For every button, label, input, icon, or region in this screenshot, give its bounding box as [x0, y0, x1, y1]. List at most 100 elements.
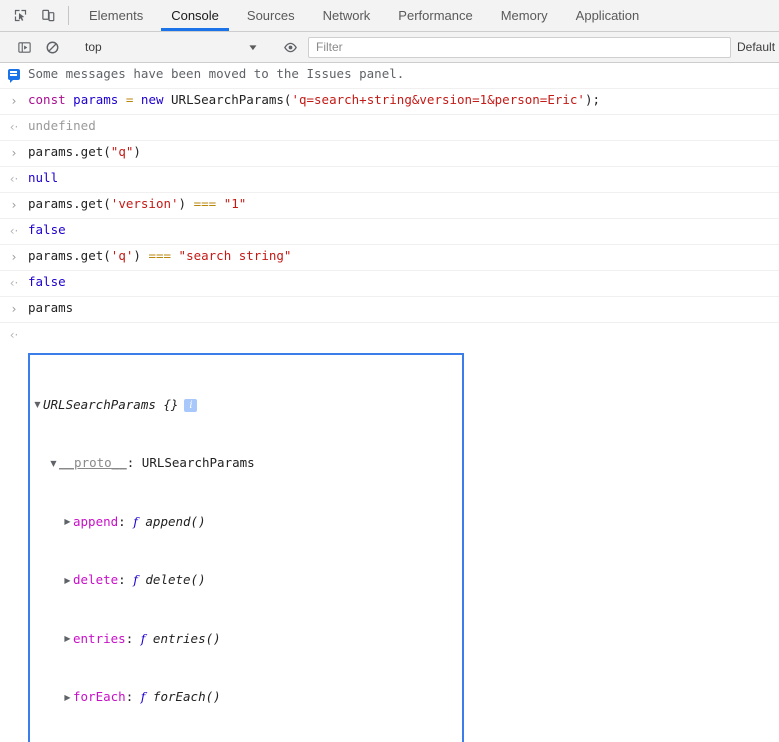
expand-triangle-icon[interactable]: ▼	[32, 401, 43, 409]
function-signature-text: append()	[145, 513, 206, 529]
tab-label: Application	[575, 8, 640, 23]
function-signature	[138, 516, 146, 529]
console-input-row[interactable]: › params.get("q")	[0, 141, 779, 167]
console-input-expression: const params = new URLSearchParams('q=se…	[28, 94, 779, 107]
console-output-value: undefined	[28, 120, 96, 133]
input-arrow-icon: ›	[11, 302, 17, 316]
expand-triangle-icon[interactable]: ▶	[62, 576, 73, 585]
tab-performance[interactable]: Performance	[384, 0, 486, 31]
tab-label: Network	[322, 8, 371, 23]
object-preview-label: URLSearchParams {}	[43, 396, 179, 412]
expand-triangle-icon[interactable]: ▶	[62, 635, 73, 643]
execution-context-selector[interactable]: top ▼	[79, 37, 263, 57]
token: ===	[193, 198, 217, 211]
function-signature	[145, 691, 153, 704]
tab-label: Performance	[398, 8, 473, 23]
info-message-icon	[8, 69, 20, 83]
tab-sources[interactable]: Sources	[233, 0, 309, 31]
object-tree-property[interactable]: ▶ entries: f entries()	[32, 629, 462, 650]
console-output-row[interactable]: ‹· undefined	[0, 115, 779, 141]
tab-elements[interactable]: Elements	[75, 0, 157, 31]
output-gutter: ‹·	[0, 172, 28, 185]
filter-input[interactable]	[308, 36, 731, 58]
property-value: URLSearchParams	[141, 455, 255, 471]
token: 'q'	[110, 250, 134, 263]
property-separator: :	[125, 689, 141, 705]
property-key: forEach	[73, 689, 126, 705]
token: params.get(	[28, 250, 111, 263]
device-toolbar-icon[interactable]	[34, 0, 62, 31]
token: );	[584, 94, 601, 107]
token: )	[133, 146, 141, 159]
console-message-issues-notice[interactable]: Some messages have been moved to the Iss…	[0, 63, 779, 89]
input-gutter: ›	[0, 94, 28, 107]
function-signature	[138, 574, 146, 587]
output-gutter: ‹·	[0, 276, 28, 289]
console-output-value: false	[28, 276, 66, 289]
object-tree-property[interactable]: ▶ delete: f delete()	[32, 570, 462, 591]
console-input-expression: params.get("q")	[28, 146, 779, 159]
console-output-row-object[interactable]: ‹· ▼ URLSearchParams {} i ▼ __proto__: URLS…	[0, 323, 779, 742]
token: "q"	[110, 146, 134, 159]
output-arrow-icon: ‹·	[9, 120, 19, 134]
property-key: delete	[73, 572, 119, 588]
input-gutter: ›	[0, 250, 28, 263]
object-tree-proto-row[interactable]: ▼ __proto__: URLSearchParams	[32, 453, 462, 474]
input-gutter: ›	[0, 198, 28, 211]
info-badge-icon[interactable]: i	[184, 398, 198, 412]
live-expression-eye-icon[interactable]	[276, 40, 304, 55]
object-tree-property[interactable]: ▶ forEach: f forEach()	[32, 687, 462, 708]
tab-application[interactable]: Application	[562, 0, 654, 31]
console-sidebar-icon[interactable]	[10, 40, 38, 55]
console-output-row[interactable]: ‹· false	[0, 219, 779, 245]
message-gutter	[0, 68, 28, 83]
console-input-row[interactable]: › params.get('version') === "1"	[0, 193, 779, 219]
tab-network[interactable]: Network	[309, 0, 385, 31]
object-inspector-container: ▼ URLSearchParams {} i ▼ __proto__: URLSear…	[28, 328, 779, 742]
output-gutter: ‹·	[0, 328, 28, 341]
console-input-row[interactable]: › params	[0, 297, 779, 323]
output-arrow-icon: ‹·	[9, 276, 19, 290]
token: URLSearchParams	[171, 94, 284, 107]
console-input-row[interactable]: › const params = new URLSearchParams('q=…	[0, 89, 779, 115]
token: params.get(	[28, 198, 111, 211]
console-input-expression: params.get('q') === "search string"	[28, 250, 779, 263]
object-tree-property[interactable]: ▶ append: f append()	[32, 512, 462, 533]
tab-label: Console	[171, 8, 219, 23]
function-signature	[145, 633, 153, 646]
inspect-element-icon[interactable]	[6, 0, 34, 31]
token: "search string"	[178, 250, 292, 263]
tab-memory[interactable]: Memory	[487, 0, 562, 31]
expand-triangle-icon[interactable]: ▶	[62, 518, 73, 526]
property-separator: :	[118, 572, 134, 588]
property-key: append	[73, 513, 119, 529]
expand-triangle-icon[interactable]: ▶	[62, 693, 73, 702]
token: )	[133, 250, 149, 263]
object-inspector[interactable]: ▼ URLSearchParams {} i ▼ __proto__: URLSear…	[28, 353, 464, 742]
token: new	[140, 94, 164, 107]
function-signature-text: forEach()	[152, 689, 221, 705]
issues-notice-text: Some messages have been moved to the Iss…	[28, 68, 405, 81]
token: 'version'	[110, 198, 179, 211]
expand-triangle-icon[interactable]: ▼	[48, 459, 59, 468]
object-tree-header[interactable]: ▼ URLSearchParams {} i	[32, 395, 462, 416]
token: params.get(	[28, 146, 111, 159]
function-signature-text: delete()	[145, 572, 206, 588]
output-gutter: ‹·	[0, 120, 28, 133]
console-input-row[interactable]: › params.get('q') === "search string"	[0, 245, 779, 271]
token: ===	[148, 250, 172, 263]
console-input-expression: params.get('version') === "1"	[28, 198, 779, 211]
console-output-row[interactable]: ‹· null	[0, 167, 779, 193]
clear-console-icon[interactable]	[38, 40, 66, 55]
input-arrow-icon: ›	[11, 94, 17, 108]
tab-console[interactable]: Console	[157, 0, 233, 31]
console-output-row[interactable]: ‹· false	[0, 271, 779, 297]
property-separator: :	[125, 630, 141, 646]
chevron-down-icon: ▼	[247, 42, 259, 52]
toolbar-divider	[68, 6, 69, 25]
log-levels-dropdown[interactable]: Default levels	[737, 40, 775, 54]
